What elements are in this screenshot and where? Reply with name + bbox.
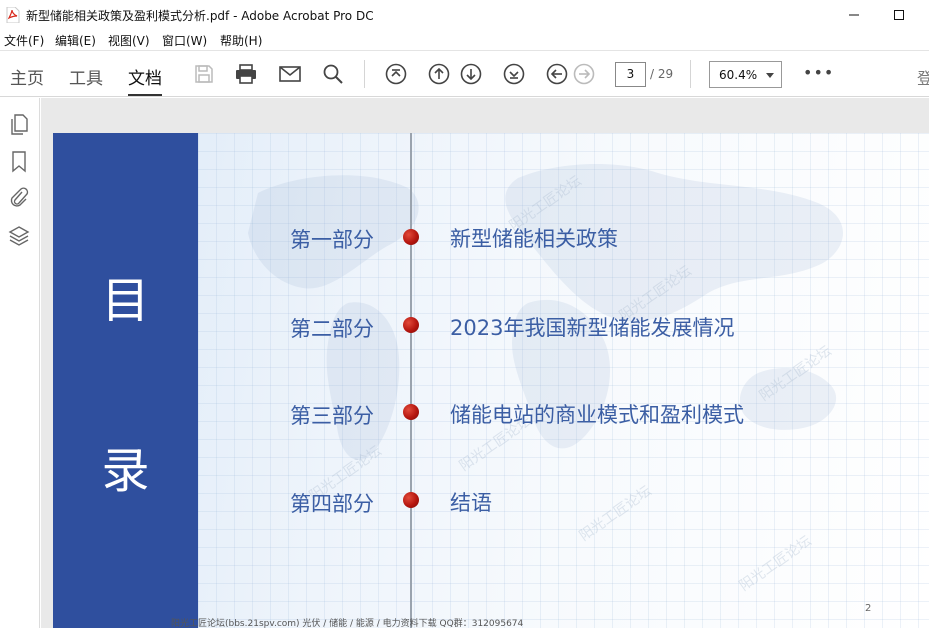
toc-part-label: 第二部分 (290, 317, 374, 341)
email-button[interactable] (278, 62, 302, 86)
pages-panel-button[interactable] (8, 114, 30, 136)
layers-icon (8, 226, 30, 246)
toc-item-title: 2023年我国新型储能发展情况 (450, 316, 735, 340)
first-page-button[interactable] (384, 62, 408, 86)
save-icon (195, 65, 213, 83)
back-button[interactable] (545, 62, 569, 86)
maximize-icon (894, 10, 904, 20)
tab-document[interactable]: 文档 (128, 64, 162, 89)
timeline-dot (403, 492, 419, 508)
forward-button[interactable] (572, 62, 596, 86)
last-page-button[interactable] (502, 62, 526, 86)
toc-part-label: 第一部分 (290, 228, 374, 252)
timeline-dot (403, 404, 419, 420)
pdf-page: 阳光工匠论坛 阳光工匠论坛 阳光工匠论坛 阳光工匠论坛 阳光工匠论坛 阳光工匠论… (53, 133, 929, 628)
page-number-input[interactable]: 3 (615, 62, 646, 87)
page-count: / 29 (650, 67, 674, 81)
toc-part-label: 第四部分 (290, 492, 374, 516)
toolbar-divider (690, 60, 691, 88)
navigation-pane (0, 98, 40, 628)
next-page-button[interactable] (459, 62, 483, 86)
minimize-button[interactable] (831, 0, 877, 30)
bookmarks-panel-button[interactable] (8, 151, 30, 173)
toc-title-char: 目 (101, 273, 150, 329)
title-bar: 新型储能相关政策及盈利模式分析.pdf - Adobe Acrobat Pro … (0, 0, 929, 30)
slide-page-number: 2 (865, 603, 872, 614)
first-page-icon (385, 63, 407, 85)
forward-icon (573, 63, 595, 85)
more-icon[interactable]: ••• (803, 63, 834, 82)
active-tab-indicator (128, 94, 162, 96)
timeline-dot (403, 317, 419, 333)
window-title: 新型储能相关政策及盈利模式分析.pdf - Adobe Acrobat Pro … (26, 9, 374, 23)
toc-part-label: 第三部分 (290, 404, 374, 428)
toolbar-divider (364, 60, 365, 88)
toc-item-title: 结语 (450, 491, 492, 515)
toc-title-char: 录 (101, 443, 150, 499)
sign-in-link[interactable]: 登 (917, 65, 929, 89)
attachment-icon (10, 187, 29, 207)
menu-window[interactable]: 窗口(W) (162, 32, 207, 49)
menu-bar: 文件(F) 编辑(E) 视图(V) 窗口(W) 帮助(H) (0, 30, 929, 50)
pages-icon (11, 114, 28, 135)
title-panel: 目 录 (53, 133, 198, 628)
next-page-icon (460, 63, 482, 85)
menu-edit[interactable]: 编辑(E) (55, 32, 96, 49)
page-footer: 阳光工匠论坛(bbs.21spv.com) 光伏 / 储能 / 能源 / 电力资… (171, 619, 524, 628)
minimize-icon (849, 14, 859, 16)
world-map-background (248, 163, 843, 461)
toc-item-title: 储能电站的商业模式和盈利模式 (450, 403, 744, 427)
search-icon (323, 64, 343, 84)
chevron-down-icon (766, 73, 774, 78)
maximize-button[interactable] (876, 0, 922, 30)
timeline-line (410, 133, 412, 628)
back-icon (546, 63, 568, 85)
tab-tools[interactable]: 工具 (69, 64, 103, 89)
zoom-select[interactable]: 60.4% (709, 61, 782, 88)
bookmark-icon (12, 151, 26, 173)
print-button[interactable] (234, 62, 258, 86)
toc-item-title: 新型储能相关政策 (450, 227, 618, 251)
menu-file[interactable]: 文件(F) (4, 32, 44, 49)
layers-panel-button[interactable] (8, 225, 30, 247)
find-button[interactable] (321, 62, 345, 86)
acrobat-pdf-icon (6, 7, 20, 23)
email-icon (279, 66, 301, 82)
menu-view[interactable]: 视图(V) (108, 32, 150, 49)
menu-help[interactable]: 帮助(H) (220, 32, 262, 49)
zoom-value: 60.4% (719, 68, 758, 82)
print-icon (236, 64, 256, 84)
last-page-icon (503, 63, 525, 85)
tab-home[interactable]: 主页 (10, 64, 44, 89)
attachments-panel-button[interactable] (8, 187, 30, 209)
timeline-dot (403, 229, 419, 245)
previous-page-button[interactable] (427, 62, 451, 86)
previous-page-icon (428, 63, 450, 85)
main-toolbar: 主页 工具 文档 3 / 29 60.4% ••• 登 (0, 50, 929, 97)
save-button[interactable] (192, 62, 216, 86)
